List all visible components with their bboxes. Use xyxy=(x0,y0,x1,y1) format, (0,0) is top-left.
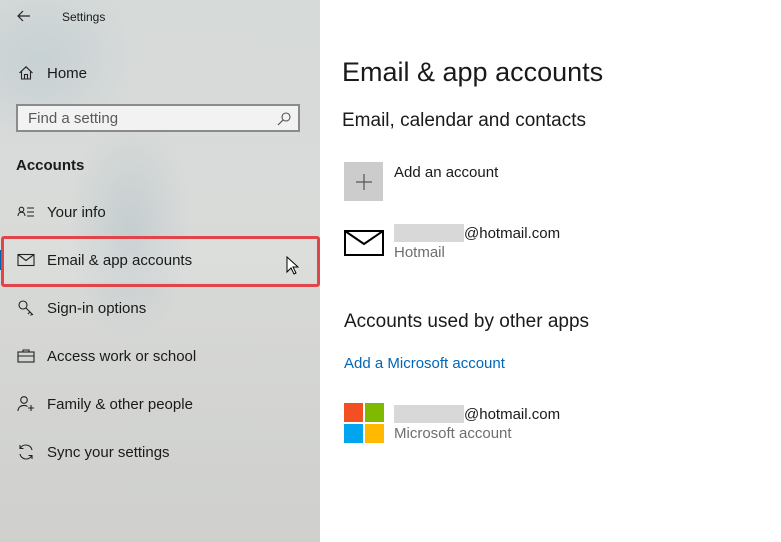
home-icon xyxy=(16,63,36,83)
sidebar-item-label: Sync your settings xyxy=(47,443,170,461)
account-email: @hotmail.com xyxy=(464,224,561,242)
account-item-microsoft[interactable]: @hotmail.com xyxy=(394,405,560,423)
sync-icon xyxy=(16,442,36,462)
sidebar-item-your-info[interactable]: Your info xyxy=(0,190,320,234)
add-microsoft-account-link[interactable]: Add a Microsoft account xyxy=(344,355,505,372)
nav-home-label: Home xyxy=(47,64,88,82)
logo-square-yellow xyxy=(365,424,384,443)
add-account-label[interactable]: Add an account xyxy=(394,164,498,181)
nav-home[interactable]: Home xyxy=(0,51,320,95)
add-account-button[interactable] xyxy=(344,162,383,201)
search-input[interactable] xyxy=(28,109,268,127)
main-content: Email & app accounts Email, calendar and… xyxy=(320,0,781,542)
account-item-hotmail[interactable]: @hotmail.com xyxy=(394,224,560,242)
briefcase-icon xyxy=(16,346,36,366)
add-person-icon xyxy=(16,394,36,414)
window-title: Settings xyxy=(62,10,106,24)
sidebar-item-sync-your-settings[interactable]: Sync your settings xyxy=(0,430,320,474)
search-icon[interactable] xyxy=(276,111,292,127)
section-heading-email: Email, calendar and contacts xyxy=(342,110,586,131)
account-provider: Hotmail xyxy=(394,244,445,261)
search-box[interactable] xyxy=(16,104,300,132)
title-bar: Settings xyxy=(0,0,320,34)
sidebar-item-access-work-or-school[interactable]: Access work or school xyxy=(0,334,320,378)
sidebar-item-label: Family & other people xyxy=(47,395,193,413)
logo-square-red xyxy=(344,403,363,422)
microsoft-logo-icon xyxy=(344,403,384,443)
highlight-annotation xyxy=(1,236,320,287)
sidebar-item-label: Sign-in options xyxy=(47,299,147,317)
back-button[interactable] xyxy=(12,5,36,27)
key-icon xyxy=(16,298,36,318)
section-heading-other-apps: Accounts used by other apps xyxy=(344,311,590,332)
sidebar-item-label: Your info xyxy=(47,203,106,221)
envelope-icon xyxy=(344,230,384,256)
account-type: Microsoft account xyxy=(394,425,512,442)
page-title: Email & app accounts xyxy=(342,57,604,87)
account-email: @hotmail.com xyxy=(464,405,561,423)
sidebar-item-family-other-people[interactable]: Family & other people xyxy=(0,382,320,426)
contact-card-icon xyxy=(16,202,36,222)
sidebar: Settings Home Accounts Your info Email &… xyxy=(0,0,320,542)
mouse-cursor-icon xyxy=(286,256,300,275)
sidebar-item-label: Access work or school xyxy=(47,347,197,365)
logo-square-blue xyxy=(344,424,363,443)
sidebar-item-sign-in-options[interactable]: Sign-in options xyxy=(0,286,320,330)
section-label-accounts: Accounts xyxy=(16,157,85,174)
plus-icon xyxy=(355,173,372,190)
redacted-email-name xyxy=(394,224,464,242)
back-arrow-icon xyxy=(17,10,30,22)
redacted-email-name xyxy=(394,405,464,423)
logo-square-green xyxy=(365,403,384,422)
